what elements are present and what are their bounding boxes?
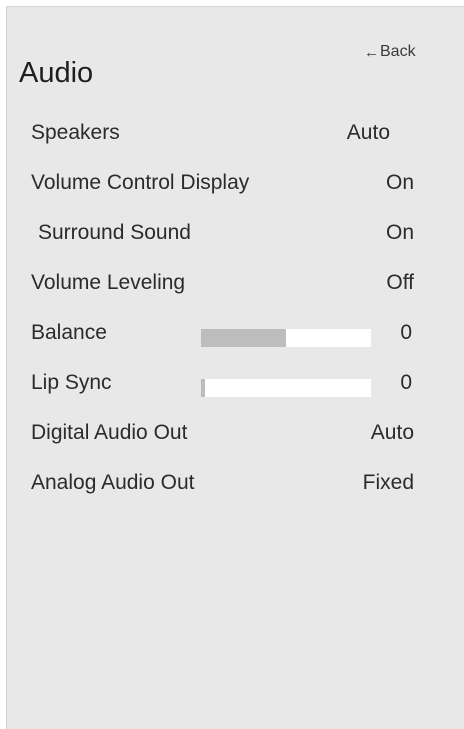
balance-slider[interactable] (201, 329, 371, 347)
menu-item-analog-audio-out[interactable]: Analog Audio Out Fixed (7, 459, 464, 509)
menu-item-value: Off (386, 271, 414, 294)
menu-item-label: Lip Sync (31, 371, 112, 394)
menu-item-balance[interactable]: Balance 0 (7, 309, 464, 359)
menu-item-lip-sync[interactable]: Lip Sync 0 (7, 359, 464, 409)
page-title: Audio (19, 57, 94, 89)
menu-item-value: 0 (400, 321, 412, 344)
menu-item-value: Fixed (362, 471, 414, 494)
menu-item-surround-sound[interactable]: Surround Sound On (7, 209, 464, 259)
audio-settings-list: Speakers Auto Volume Control Display On … (7, 109, 464, 509)
back-button[interactable]: ← Back (364, 43, 416, 61)
balance-slider-fill (201, 329, 286, 347)
lip-sync-slider-fill (201, 379, 205, 397)
menu-item-label: Balance (31, 321, 107, 344)
menu-item-label: Analog Audio Out (31, 471, 195, 494)
menu-item-label: Volume Control Display (31, 171, 250, 194)
menu-item-value: On (385, 221, 414, 244)
left-arrow-icon: ← (364, 43, 379, 61)
lip-sync-slider[interactable] (201, 379, 371, 397)
menu-item-label: Volume Leveling (31, 271, 186, 294)
menu-item-value: Auto (370, 421, 414, 444)
menu-item-label: Speakers (31, 121, 120, 144)
audio-menu-panel: ← Back Audio Speakers Auto Volume Contro… (6, 6, 464, 729)
menu-item-volume-control-display[interactable]: Volume Control Display On (7, 159, 464, 209)
menu-item-speakers[interactable]: Speakers Auto (7, 109, 464, 159)
menu-item-value: Auto (346, 121, 390, 144)
back-label: Back (380, 43, 416, 60)
menu-item-volume-leveling[interactable]: Volume Leveling Off (7, 259, 464, 309)
menu-item-value: 0 (400, 371, 412, 394)
menu-item-digital-audio-out[interactable]: Digital Audio Out Auto (7, 409, 464, 459)
menu-item-value: On (385, 171, 414, 194)
menu-item-label: Digital Audio Out (31, 421, 188, 444)
menu-item-label: Surround Sound (38, 221, 191, 244)
